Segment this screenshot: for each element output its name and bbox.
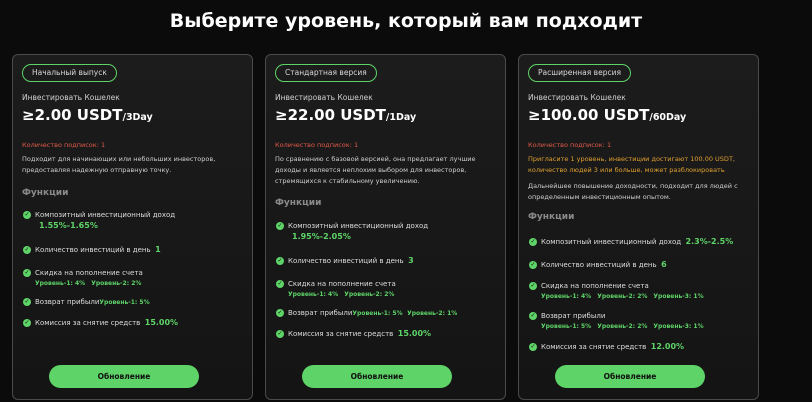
check-circle-icon: ✓ [23, 246, 31, 254]
price-amount: ≥100.00 USDT [528, 106, 650, 124]
level-value: Уровень-1: 4% [288, 291, 339, 298]
level-value: Уровень-2: 1% [407, 310, 458, 317]
withdrawal-fee-value: 15.00% [397, 329, 432, 338]
composite-income-value: 2.3%-2.5% [685, 237, 734, 246]
price-amount: ≥22.00 USDT [275, 106, 386, 124]
level-value: Уровень-2: 2% [91, 280, 142, 287]
feature-composite-income: ✓ Композитный инвестиционный доход 1.55%… [23, 211, 176, 230]
level-value: Уровень-2: 2% [597, 323, 648, 330]
feature-investments-per-day: ✓ Количество инвестиций в день 6 [529, 260, 667, 269]
plan-description: Подходит для начинающих или небольших ин… [22, 155, 216, 174]
upgrade-button[interactable]: Обновление [302, 365, 452, 388]
feature-profit-refund: ✓ Возврат прибыли Уровень-1: 5% Уровень-2… [529, 312, 704, 330]
plan-card-basic: Начальный выпуск Инвестировать Кошелек ≥… [12, 54, 253, 400]
investments-per-day-value: 6 [661, 260, 667, 269]
subscriber-count: Количество подписок: 1 [22, 141, 106, 149]
plan-price: ≥22.00 USDT/1Day [275, 105, 416, 124]
feature-withdrawal-fee: ✓ Комиссия за снятие средств 15.00% [23, 318, 179, 327]
plan-badge: Расширенная версия [528, 64, 631, 82]
plan-price: ≥2.00 USDT/3Day [22, 105, 153, 124]
level-value: Уровень-1: 5% [541, 323, 592, 330]
withdrawal-fee-value: 15.00% [144, 318, 179, 327]
price-period: /3Day [122, 112, 153, 123]
level-value: Уровень-3: 1% [653, 293, 704, 300]
plan-card-standard: Стандартная версия Инвестировать Кошелек… [265, 54, 506, 400]
check-circle-icon: ✓ [23, 211, 31, 219]
feature-composite-income: ✓ Композитный инвестиционный доход 1.95%… [276, 222, 429, 241]
invest-label: Инвестировать Кошелек [528, 93, 626, 102]
feature-profit-refund: ✓ Возврат прибылиУровень-1: 5% Уровень-2… [276, 309, 458, 317]
plan-price: ≥100.00 USDT/60Day [528, 105, 686, 124]
level-value: Уровень-1: 4% [35, 280, 86, 287]
upgrade-button[interactable]: Обновление [555, 365, 705, 388]
feature-deposit-discount: ✓ Скидка на пополнение счета Уровень-1: … [23, 269, 143, 287]
investments-per-day-value: 1 [155, 245, 161, 254]
feature-composite-income: ✓ Композитный инвестиционный доход 2.3%-… [529, 237, 734, 246]
feature-profit-refund: ✓ Возврат прибылиУровень-1: 5% [23, 298, 150, 306]
feature-withdrawal-fee: ✓ Комиссия за снятие средств 15.00% [276, 329, 432, 338]
price-period: /1Day [385, 112, 417, 123]
level-value: Уровень-2: 2% [344, 291, 395, 298]
plan-description: Дальнейшее повышение доходности, подходи… [528, 182, 738, 201]
plan-card-advanced: Расширенная версия Инвестировать Кошелек… [518, 54, 759, 400]
feature-investments-per-day: ✓ Количество инвестиций в день 3 [276, 256, 414, 265]
level-value: Уровень-2: 2% [597, 293, 648, 300]
feature-deposit-discount: ✓ Скидка на пополнение счета Уровень-1: … [529, 282, 704, 300]
level-value: Уровень-1: 4% [541, 293, 592, 300]
check-circle-icon: ✓ [529, 343, 537, 351]
check-circle-icon: ✓ [23, 298, 31, 306]
page-title: Выберите уровень, который вам подходит [169, 10, 643, 32]
withdrawal-fee-value: 12.00% [650, 342, 685, 351]
investments-per-day-value: 3 [408, 256, 414, 265]
level-value: Уровень-3: 1% [653, 323, 704, 330]
plan-description: По сравнению с базовой версией, она пред… [275, 155, 476, 185]
level-value: Уровень-1: 5% [99, 299, 150, 306]
features-title: Функции [22, 188, 69, 198]
subscriber-count: Количество подписок: 1 [528, 141, 612, 149]
invest-label: Инвестировать Кошелек [275, 93, 373, 102]
features-title: Функции [528, 212, 575, 222]
feature-investments-per-day: ✓ Количество инвестиций в день 1 [23, 245, 161, 254]
feature-withdrawal-fee: ✓ Комиссия за снятие средств 12.00% [529, 342, 685, 351]
plan-badge: Начальный выпуск [22, 64, 117, 82]
check-circle-icon: ✓ [23, 269, 31, 277]
features-title: Функции [275, 198, 322, 208]
check-circle-icon: ✓ [276, 309, 284, 317]
check-circle-icon: ✓ [529, 238, 537, 246]
check-circle-icon: ✓ [276, 222, 284, 230]
price-period: /60Day [649, 112, 687, 123]
composite-income-value: 1.95%-2.05% [292, 232, 351, 241]
plan-badge: Стандартная версия [275, 64, 377, 82]
feature-deposit-discount: ✓ Скидка на пополнение счета Уровень-1: … [276, 280, 396, 298]
price-amount: ≥2.00 USDT [22, 106, 123, 124]
check-circle-icon: ✓ [23, 319, 31, 327]
check-circle-icon: ✓ [529, 282, 537, 290]
level-value: Уровень-1: 5% [352, 310, 403, 317]
check-circle-icon: ✓ [529, 312, 537, 320]
invest-label: Инвестировать Кошелек [22, 93, 120, 102]
unlock-condition: Пригласите 1 уровень, инвестиции достига… [528, 155, 735, 174]
check-circle-icon: ✓ [276, 330, 284, 338]
upgrade-button[interactable]: Обновление [49, 365, 199, 388]
composite-income-value: 1.55%-1.65% [39, 221, 98, 230]
subscriber-count: Количество подписок: 1 [275, 141, 359, 149]
check-circle-icon: ✓ [276, 257, 284, 265]
check-circle-icon: ✓ [529, 261, 537, 269]
check-circle-icon: ✓ [276, 280, 284, 288]
